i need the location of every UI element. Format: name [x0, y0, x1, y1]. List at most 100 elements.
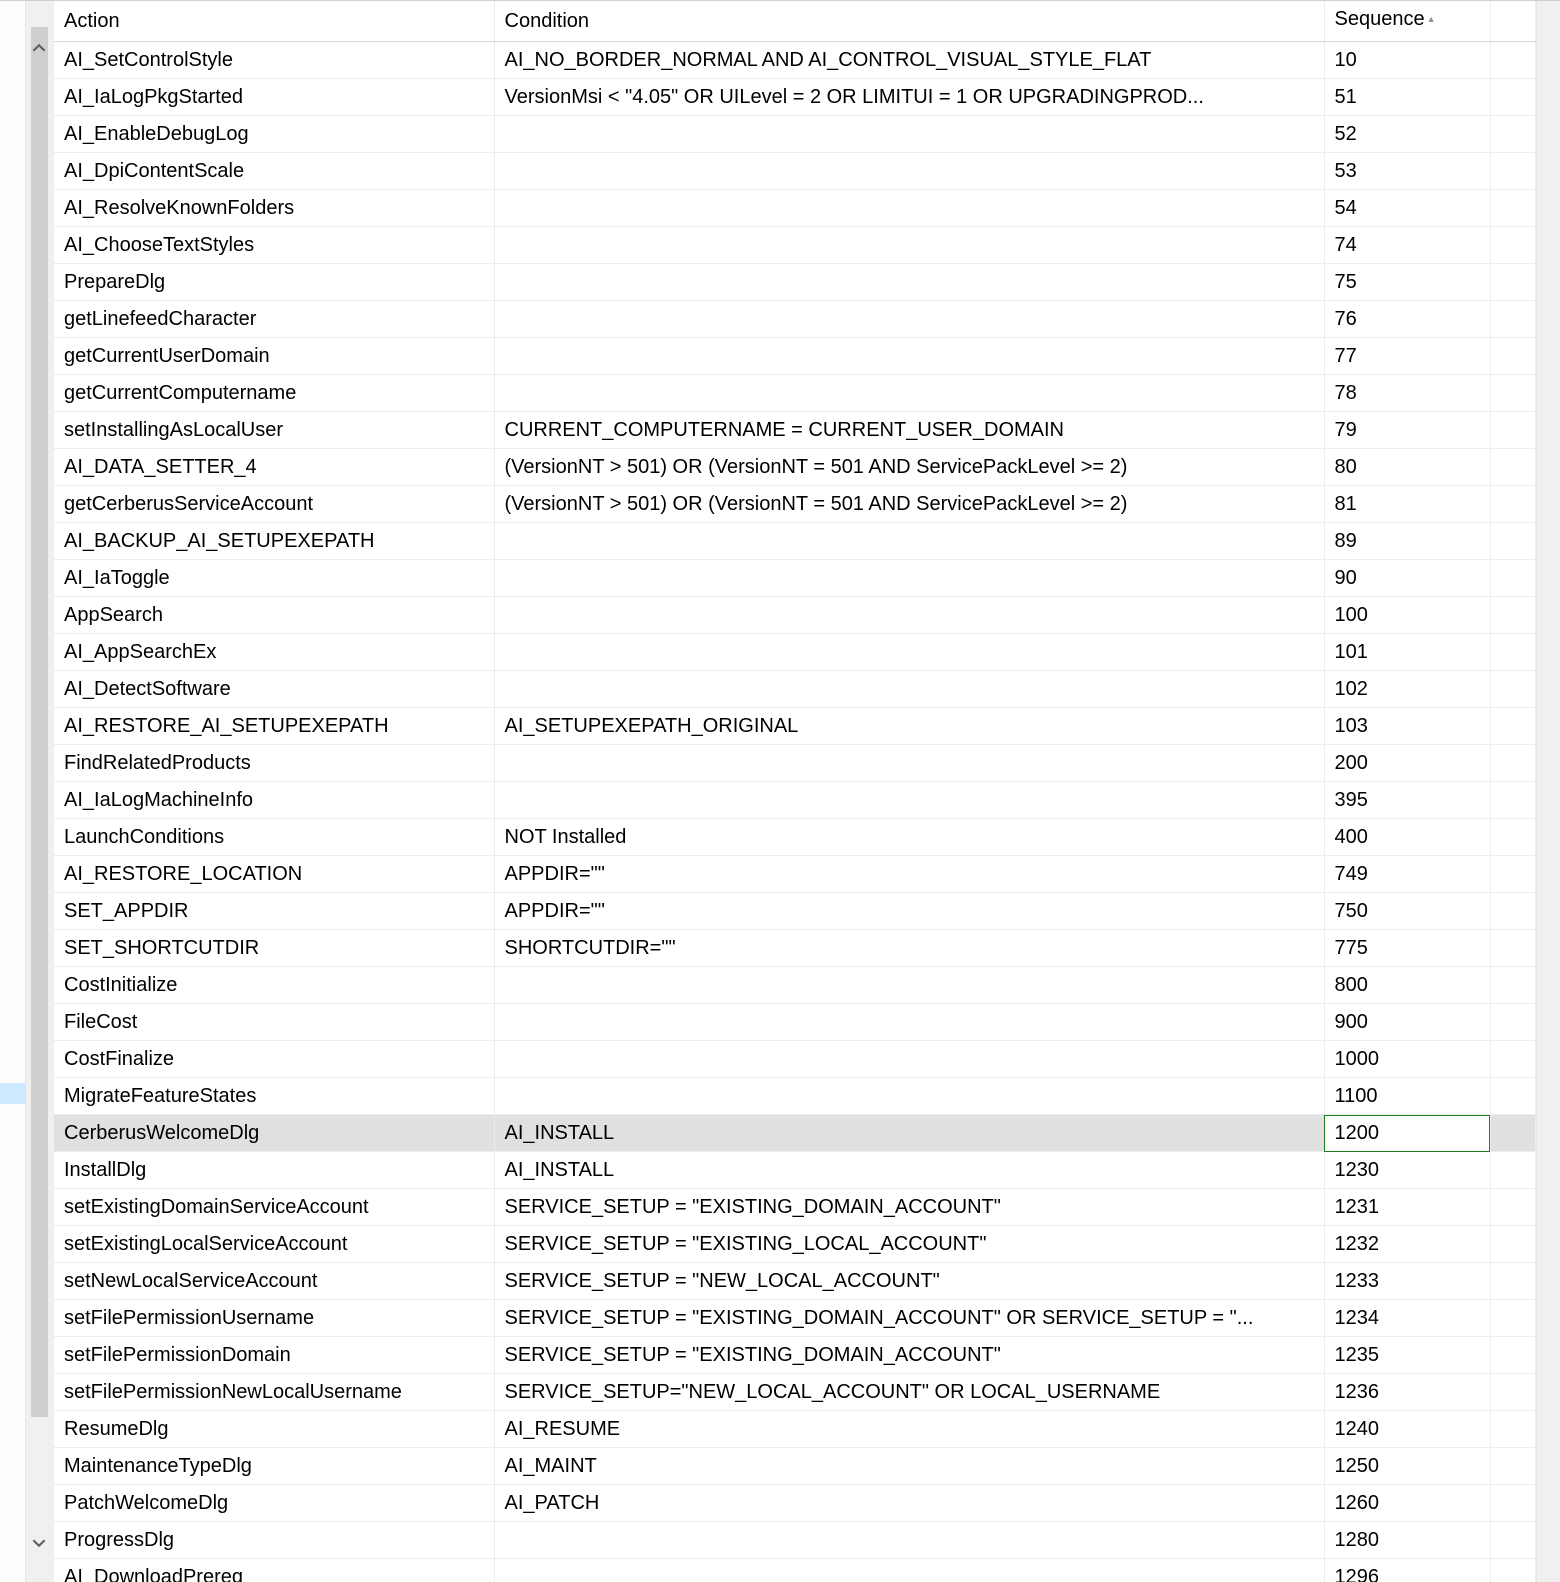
cell-action[interactable]: setExistingDomainServiceAccount [54, 1189, 494, 1226]
cell-sequence[interactable]: 1230 [1324, 1152, 1490, 1189]
cell-action[interactable]: LaunchConditions [54, 819, 494, 856]
cell-condition[interactable] [494, 264, 1324, 301]
cell-sequence[interactable]: 52 [1324, 116, 1490, 153]
cell-condition[interactable]: SERVICE_SETUP = "EXISTING_DOMAIN_ACCOUNT… [494, 1300, 1324, 1337]
cell-action[interactable]: AI_IaLogMachineInfo [54, 782, 494, 819]
cell-sequence[interactable]: 1231 [1324, 1189, 1490, 1226]
cell-sequence[interactable]: 1250 [1324, 1448, 1490, 1485]
table-row[interactable]: ProgressDlg1280 [54, 1522, 1536, 1559]
cell-action[interactable]: AI_BACKUP_AI_SETUPEXEPATH [54, 523, 494, 560]
cell-condition[interactable]: SERVICE_SETUP = "EXISTING_DOMAIN_ACCOUNT… [494, 1189, 1324, 1226]
cell-sequence[interactable]: 53 [1324, 153, 1490, 190]
cell-condition[interactable]: SERVICE_SETUP="NEW_LOCAL_ACCOUNT" OR LOC… [494, 1374, 1324, 1411]
table-row[interactable]: AI_IaToggle90 [54, 560, 1536, 597]
cell-condition[interactable]: SERVICE_SETUP = "EXISTING_DOMAIN_ACCOUNT… [494, 1337, 1324, 1374]
table-row[interactable]: AI_BACKUP_AI_SETUPEXEPATH89 [54, 523, 1536, 560]
table-row[interactable]: AI_DownloadPrereq1296 [54, 1559, 1536, 1582]
cell-action[interactable]: SET_SHORTCUTDIR [54, 930, 494, 967]
cell-sequence[interactable]: 1234 [1324, 1300, 1490, 1337]
cell-sequence[interactable]: 1235 [1324, 1337, 1490, 1374]
table-row[interactable]: setFilePermissionNewLocalUsernameSERVICE… [54, 1374, 1536, 1411]
cell-action[interactable]: getLinefeedCharacter [54, 301, 494, 338]
cell-condition[interactable] [494, 597, 1324, 634]
cell-condition[interactable]: SERVICE_SETUP = "NEW_LOCAL_ACCOUNT" [494, 1263, 1324, 1300]
cell-sequence[interactable]: 79 [1324, 412, 1490, 449]
scroll-up-arrow-icon[interactable] [32, 41, 46, 55]
cell-condition[interactable]: AI_RESUME [494, 1411, 1324, 1448]
cell-action[interactable]: setNewLocalServiceAccount [54, 1263, 494, 1300]
table-row[interactable]: AI_DetectSoftware 102 [54, 671, 1536, 708]
cell-sequence[interactable]: 395 [1324, 782, 1490, 819]
table-row[interactable]: AppSearch100 [54, 597, 1536, 634]
table-row[interactable]: PrepareDlg75 [54, 264, 1536, 301]
cell-action[interactable]: AppSearch [54, 597, 494, 634]
cell-action[interactable]: AI_IaLogPkgStarted [54, 79, 494, 116]
table-row[interactable]: getCurrentUserDomain77 [54, 338, 1536, 375]
cell-condition[interactable]: APPDIR="" [494, 893, 1324, 930]
cell-action[interactable]: setFilePermissionUsername [54, 1300, 494, 1337]
table-row[interactable]: CerberusWelcomeDlgAI_INSTALL1200 [54, 1115, 1536, 1152]
cell-condition[interactable]: AI_PATCH [494, 1485, 1324, 1522]
table-row[interactable]: SET_APPDIRAPPDIR=""750 [54, 893, 1536, 930]
table-row[interactable]: getCurrentComputername78 [54, 375, 1536, 412]
table-row[interactable]: getLinefeedCharacter76 [54, 301, 1536, 338]
table-row[interactable]: setExistingLocalServiceAccountSERVICE_SE… [54, 1226, 1536, 1263]
table-row[interactable]: MaintenanceTypeDlgAI_MAINT1250 [54, 1448, 1536, 1485]
cell-condition[interactable] [494, 1522, 1324, 1559]
column-header-sequence[interactable]: Sequence▴ [1324, 1, 1490, 42]
column-header-condition[interactable]: Condition [494, 1, 1324, 42]
cell-action[interactable]: ResumeDlg [54, 1411, 494, 1448]
cell-condition[interactable]: (VersionNT > 501) OR (VersionNT = 501 AN… [494, 449, 1324, 486]
cell-sequence[interactable]: 80 [1324, 449, 1490, 486]
cell-action[interactable]: FindRelatedProducts [54, 745, 494, 782]
table-row[interactable]: CostInitialize800 [54, 967, 1536, 1004]
cell-action[interactable]: AI_RESTORE_AI_SETUPEXEPATH [54, 708, 494, 745]
cell-action[interactable]: ProgressDlg [54, 1522, 494, 1559]
cell-action[interactable]: setFilePermissionNewLocalUsername [54, 1374, 494, 1411]
cell-sequence[interactable]: 750 [1324, 893, 1490, 930]
cell-action[interactable]: AI_DetectSoftware [54, 671, 494, 708]
cell-action[interactable]: CerberusWelcomeDlg [54, 1115, 494, 1152]
cell-condition[interactable]: (VersionNT > 501) OR (VersionNT = 501 AN… [494, 486, 1324, 523]
table-row[interactable]: LaunchConditionsNOT Installed400 [54, 819, 1536, 856]
cell-condition[interactable] [494, 338, 1324, 375]
cell-sequence[interactable]: 400 [1324, 819, 1490, 856]
cell-condition[interactable] [494, 782, 1324, 819]
cell-condition[interactable]: SHORTCUTDIR="" [494, 930, 1324, 967]
cell-sequence[interactable]: 54 [1324, 190, 1490, 227]
cell-sequence[interactable]: 101 [1324, 634, 1490, 671]
table-row[interactable]: AI_IaLogPkgStartedVersionMsi < "4.05" OR… [54, 79, 1536, 116]
table-row[interactable]: MigrateFeatureStates1100 [54, 1078, 1536, 1115]
cell-condition[interactable] [494, 153, 1324, 190]
cell-action[interactable]: setFilePermissionDomain [54, 1337, 494, 1374]
table-row[interactable]: ResumeDlgAI_RESUME1240 [54, 1411, 1536, 1448]
table-row[interactable]: setExistingDomainServiceAccountSERVICE_S… [54, 1189, 1536, 1226]
table-row[interactable]: PatchWelcomeDlgAI_PATCH1260 [54, 1485, 1536, 1522]
cell-action[interactable]: AI_DownloadPrereq [54, 1559, 494, 1582]
table-row[interactable]: AI_EnableDebugLog52 [54, 116, 1536, 153]
cell-action[interactable]: CostFinalize [54, 1041, 494, 1078]
cell-sequence[interactable]: 1000 [1324, 1041, 1490, 1078]
cell-action[interactable]: AI_AppSearchEx [54, 634, 494, 671]
cell-sequence[interactable]: 1200 [1324, 1115, 1490, 1152]
cell-sequence[interactable]: 1233 [1324, 1263, 1490, 1300]
cell-condition[interactable]: AI_INSTALL [494, 1115, 1324, 1152]
cell-condition[interactable]: APPDIR="" [494, 856, 1324, 893]
table-row[interactable]: InstallDlgAI_INSTALL1230 [54, 1152, 1536, 1189]
cell-action[interactable]: AI_ChooseTextStyles [54, 227, 494, 264]
column-header-action[interactable]: Action [54, 1, 494, 42]
cell-condition[interactable] [494, 671, 1324, 708]
table-row[interactable]: AI_SetControlStyleAI_NO_BORDER_NORMAL AN… [54, 42, 1536, 79]
cell-condition[interactable] [494, 1559, 1324, 1582]
cell-action[interactable]: AI_RESTORE_LOCATION [54, 856, 494, 893]
cell-action[interactable]: setInstallingAsLocalUser [54, 412, 494, 449]
cell-condition[interactable] [494, 190, 1324, 227]
cell-condition[interactable] [494, 301, 1324, 338]
cell-sequence[interactable]: 1260 [1324, 1485, 1490, 1522]
cell-sequence[interactable]: 77 [1324, 338, 1490, 375]
cell-sequence[interactable]: 102 [1324, 671, 1490, 708]
cell-action[interactable]: getCerberusServiceAccount [54, 486, 494, 523]
cell-sequence[interactable]: 74 [1324, 227, 1490, 264]
table-row[interactable]: SET_SHORTCUTDIRSHORTCUTDIR=""775 [54, 930, 1536, 967]
table-row[interactable]: AI_AppSearchEx 101 [54, 634, 1536, 671]
